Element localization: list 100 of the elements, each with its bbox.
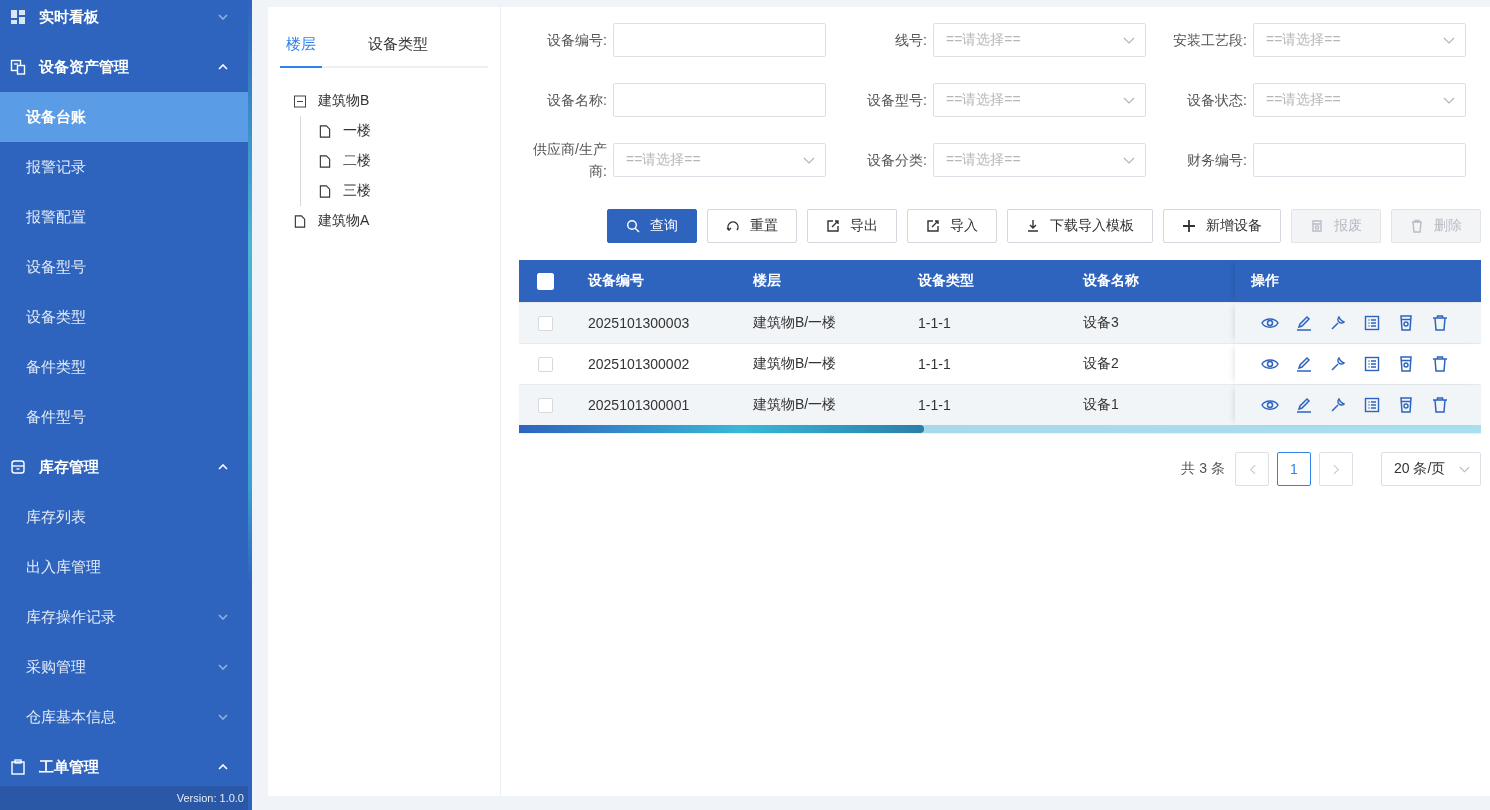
- column-header: 设备类型: [916, 271, 975, 290]
- list-icon[interactable]: [1363, 355, 1381, 373]
- menu-item[interactable]: 库存操作记录: [0, 592, 248, 642]
- table-cell-text: 建筑物B/一楼: [752, 313, 838, 332]
- checkbox[interactable]: [538, 356, 553, 372]
- menu-item[interactable]: 备件型号: [0, 392, 248, 442]
- menu-group[interactable]: 工单管理: [0, 742, 248, 786]
- wrench-icon[interactable]: [1329, 396, 1347, 414]
- horizontal-scrollbar[interactable]: [519, 425, 1481, 433]
- field-label: 设备名称:: [546, 91, 608, 110]
- file-icon: [319, 124, 331, 138]
- column-header: 楼层: [752, 271, 782, 290]
- table-cell-text: 2025101300002: [587, 355, 691, 374]
- menu-item[interactable]: 出入库管理: [0, 542, 248, 592]
- toolbar-button[interactable]: 导出: [807, 209, 897, 243]
- edit-icon[interactable]: [1295, 396, 1313, 414]
- chevron-down-icon: [1459, 465, 1470, 473]
- tree-node[interactable]: 建筑物A: [318, 212, 370, 230]
- box-icon: [10, 459, 26, 475]
- field-label: 设备型号:: [866, 91, 928, 110]
- file-icon: [319, 184, 331, 198]
- menu-item[interactable]: 设备类型: [0, 292, 248, 342]
- clipboard-icon: [10, 759, 26, 775]
- table-cell-text: 1-1-1: [917, 396, 952, 415]
- page-size-select[interactable]: 20 条/页: [1381, 452, 1481, 486]
- field-label: 线号:: [894, 31, 928, 50]
- chevron-down-icon: [1123, 96, 1135, 104]
- column-header: 设备名称: [1081, 271, 1140, 290]
- menu-item[interactable]: 设备台账: [0, 92, 248, 142]
- edit-icon[interactable]: [1295, 355, 1313, 373]
- column-header: 设备编号: [586, 271, 645, 290]
- menu-item[interactable]: 备件类型: [0, 342, 248, 392]
- chevron-left-icon: [1248, 463, 1256, 475]
- dashboard-icon: [10, 9, 26, 25]
- list-icon[interactable]: [1363, 314, 1381, 332]
- field-label: 设备状态:: [1186, 91, 1248, 110]
- wrench-icon[interactable]: [1329, 314, 1347, 332]
- version-label: Version: 1.0.0: [0, 786, 248, 810]
- field-label: 财务编号:: [1186, 151, 1248, 170]
- menu-item[interactable]: 仓库基本信息: [0, 692, 248, 742]
- toolbar-button[interactable]: 新增设备: [1163, 209, 1281, 243]
- chevron-down-icon: [1123, 36, 1135, 44]
- menu-item[interactable]: 采购管理: [0, 642, 248, 692]
- table-cell-text: 设备1: [1082, 395, 1120, 414]
- tree-node[interactable]: 一楼: [343, 122, 371, 140]
- checkbox[interactable]: [538, 397, 553, 413]
- table-cell-text: 2025101300003: [587, 314, 691, 333]
- toolbar-button[interactable]: 查询: [607, 209, 697, 243]
- delete-icon[interactable]: [1431, 355, 1449, 373]
- tree-node[interactable]: 三楼: [343, 182, 371, 200]
- menu-group[interactable]: 库存管理: [0, 442, 248, 492]
- edit-icon[interactable]: [1295, 314, 1313, 332]
- menu-item[interactable]: 设备型号: [0, 242, 248, 292]
- tree-node[interactable]: 二楼: [343, 152, 371, 170]
- table-cell-text: 建筑物B/一楼: [752, 395, 838, 414]
- input-field[interactable]: [613, 83, 826, 117]
- table-cell-text: 建筑物B/一楼: [752, 354, 838, 373]
- menu-group[interactable]: 设备资产管理: [0, 42, 248, 92]
- field-label: 设备编号:: [546, 31, 608, 50]
- file-icon: [319, 154, 331, 168]
- table-cell-text: 1-1-1: [917, 314, 952, 333]
- page-button[interactable]: 1: [1277, 452, 1311, 486]
- import-icon: [926, 219, 940, 233]
- total-count: 共 3 条: [1181, 460, 1225, 478]
- menu-item[interactable]: 库存列表: [0, 492, 248, 542]
- bin-icon[interactable]: [1397, 355, 1415, 373]
- list-icon[interactable]: [1363, 396, 1381, 414]
- file-icon: [294, 214, 306, 228]
- menu-item[interactable]: 报警配置: [0, 192, 248, 242]
- delete-icon[interactable]: [1431, 314, 1449, 332]
- bin-icon[interactable]: [1397, 396, 1415, 414]
- tab[interactable]: 楼层: [280, 27, 322, 68]
- chevron-right-icon: [1332, 463, 1340, 475]
- tab[interactable]: 设备类型: [362, 27, 434, 68]
- table-cell-text: 设备2: [1082, 354, 1120, 373]
- delete-icon[interactable]: [1431, 396, 1449, 414]
- tree-node[interactable]: 建筑物B: [318, 92, 370, 110]
- search-icon: [626, 219, 640, 233]
- collapse-icon[interactable]: [294, 94, 306, 108]
- plus-icon: [1182, 219, 1196, 233]
- field-label: 安装工艺段:: [1172, 31, 1248, 50]
- column-header: 操作: [1235, 260, 1481, 302]
- toolbar-button[interactable]: 重置: [707, 209, 797, 243]
- menu-item[interactable]: 报警记录: [0, 142, 248, 192]
- field-label: 设备分类:: [866, 151, 928, 170]
- toolbar-button[interactable]: 下载导入模板: [1007, 209, 1153, 243]
- checkbox[interactable]: [538, 315, 553, 331]
- wrench-icon[interactable]: [1329, 355, 1347, 373]
- chevron-down-icon: [803, 156, 815, 164]
- export-icon: [826, 219, 840, 233]
- input-field[interactable]: [1253, 143, 1466, 177]
- bin-icon[interactable]: [1397, 314, 1415, 332]
- toolbar-button[interactable]: 导入: [907, 209, 997, 243]
- chevron-down-icon: [1123, 156, 1135, 164]
- download-icon: [1026, 219, 1040, 233]
- table-cell-text: 1-1-1: [917, 355, 952, 374]
- refresh-icon: [726, 219, 740, 233]
- input-field[interactable]: [613, 23, 826, 57]
- menu-group[interactable]: 实时看板: [0, 0, 248, 42]
- chevron-down-icon: [1443, 36, 1455, 44]
